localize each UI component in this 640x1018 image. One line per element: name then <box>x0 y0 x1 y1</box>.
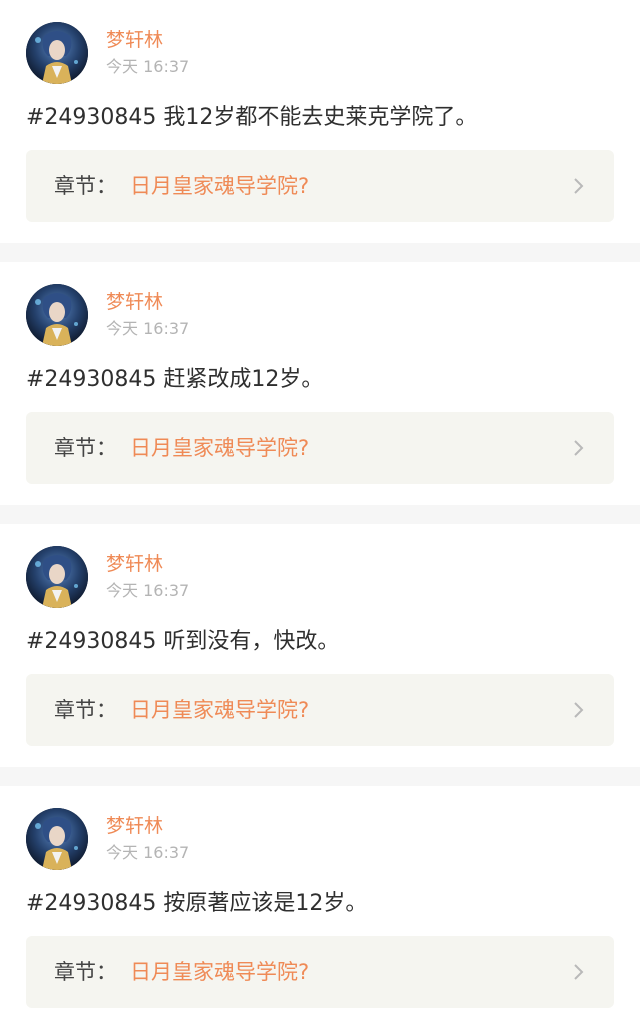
chevron-right-icon <box>568 700 588 720</box>
author-name[interactable]: 梦轩林 <box>106 552 163 576</box>
chapter-title: 日月皇家魂导学院? <box>130 436 310 460</box>
comment-card: 梦轩林 今天 16:37 #24930845 赶紧改成12岁。 章节： 日月皇家… <box>0 262 640 505</box>
user-avatar[interactable] <box>26 546 88 608</box>
chevron-right-icon <box>568 962 588 982</box>
chapter-link[interactable]: 章节： 日月皇家魂导学院? <box>26 150 614 222</box>
comment-text: #24930845 我12岁都不能去史莱克学院了。 <box>26 105 478 130</box>
comment-card: 梦轩林 今天 16:37 #24930845 按原著应该是12岁。 章节： 日月… <box>0 786 640 1018</box>
comment-text: #24930845 按原著应该是12岁。 <box>26 891 368 916</box>
chapter-label: 章节： <box>54 436 117 460</box>
timestamp: 今天 16:37 <box>106 843 190 862</box>
comment-card: 梦轩林 今天 16:37 #24930845 我12岁都不能去史莱克学院了。 章… <box>0 0 640 243</box>
chapter-title: 日月皇家魂导学院? <box>130 174 310 198</box>
author-name[interactable]: 梦轩林 <box>106 28 163 52</box>
user-avatar[interactable] <box>26 22 88 84</box>
chevron-right-icon <box>568 438 588 458</box>
chapter-title: 日月皇家魂导学院? <box>130 960 310 984</box>
chapter-label: 章节： <box>54 960 117 984</box>
comment-card: 梦轩林 今天 16:37 #24930845 听到没有，快改。 章节： 日月皇家… <box>0 524 640 767</box>
timestamp: 今天 16:37 <box>106 581 190 600</box>
chapter-label: 章节： <box>54 698 117 722</box>
author-name[interactable]: 梦轩林 <box>106 290 163 314</box>
timestamp: 今天 16:37 <box>106 57 190 76</box>
timestamp: 今天 16:37 <box>106 319 190 338</box>
user-avatar[interactable] <box>26 284 88 346</box>
author-name[interactable]: 梦轩林 <box>106 814 163 838</box>
comment-text: #24930845 听到没有，快改。 <box>26 629 340 654</box>
chapter-link[interactable]: 章节： 日月皇家魂导学院? <box>26 412 614 484</box>
comment-text: #24930845 赶紧改成12岁。 <box>26 367 324 392</box>
chevron-right-icon <box>568 176 588 196</box>
chapter-link[interactable]: 章节： 日月皇家魂导学院? <box>26 674 614 746</box>
chapter-link[interactable]: 章节： 日月皇家魂导学院? <box>26 936 614 1008</box>
user-avatar[interactable] <box>26 808 88 870</box>
chapter-label: 章节： <box>54 174 117 198</box>
comment-feed: 梦轩林 今天 16:37 #24930845 我12岁都不能去史莱克学院了。 章… <box>0 0 640 1018</box>
chapter-title: 日月皇家魂导学院? <box>130 698 310 722</box>
